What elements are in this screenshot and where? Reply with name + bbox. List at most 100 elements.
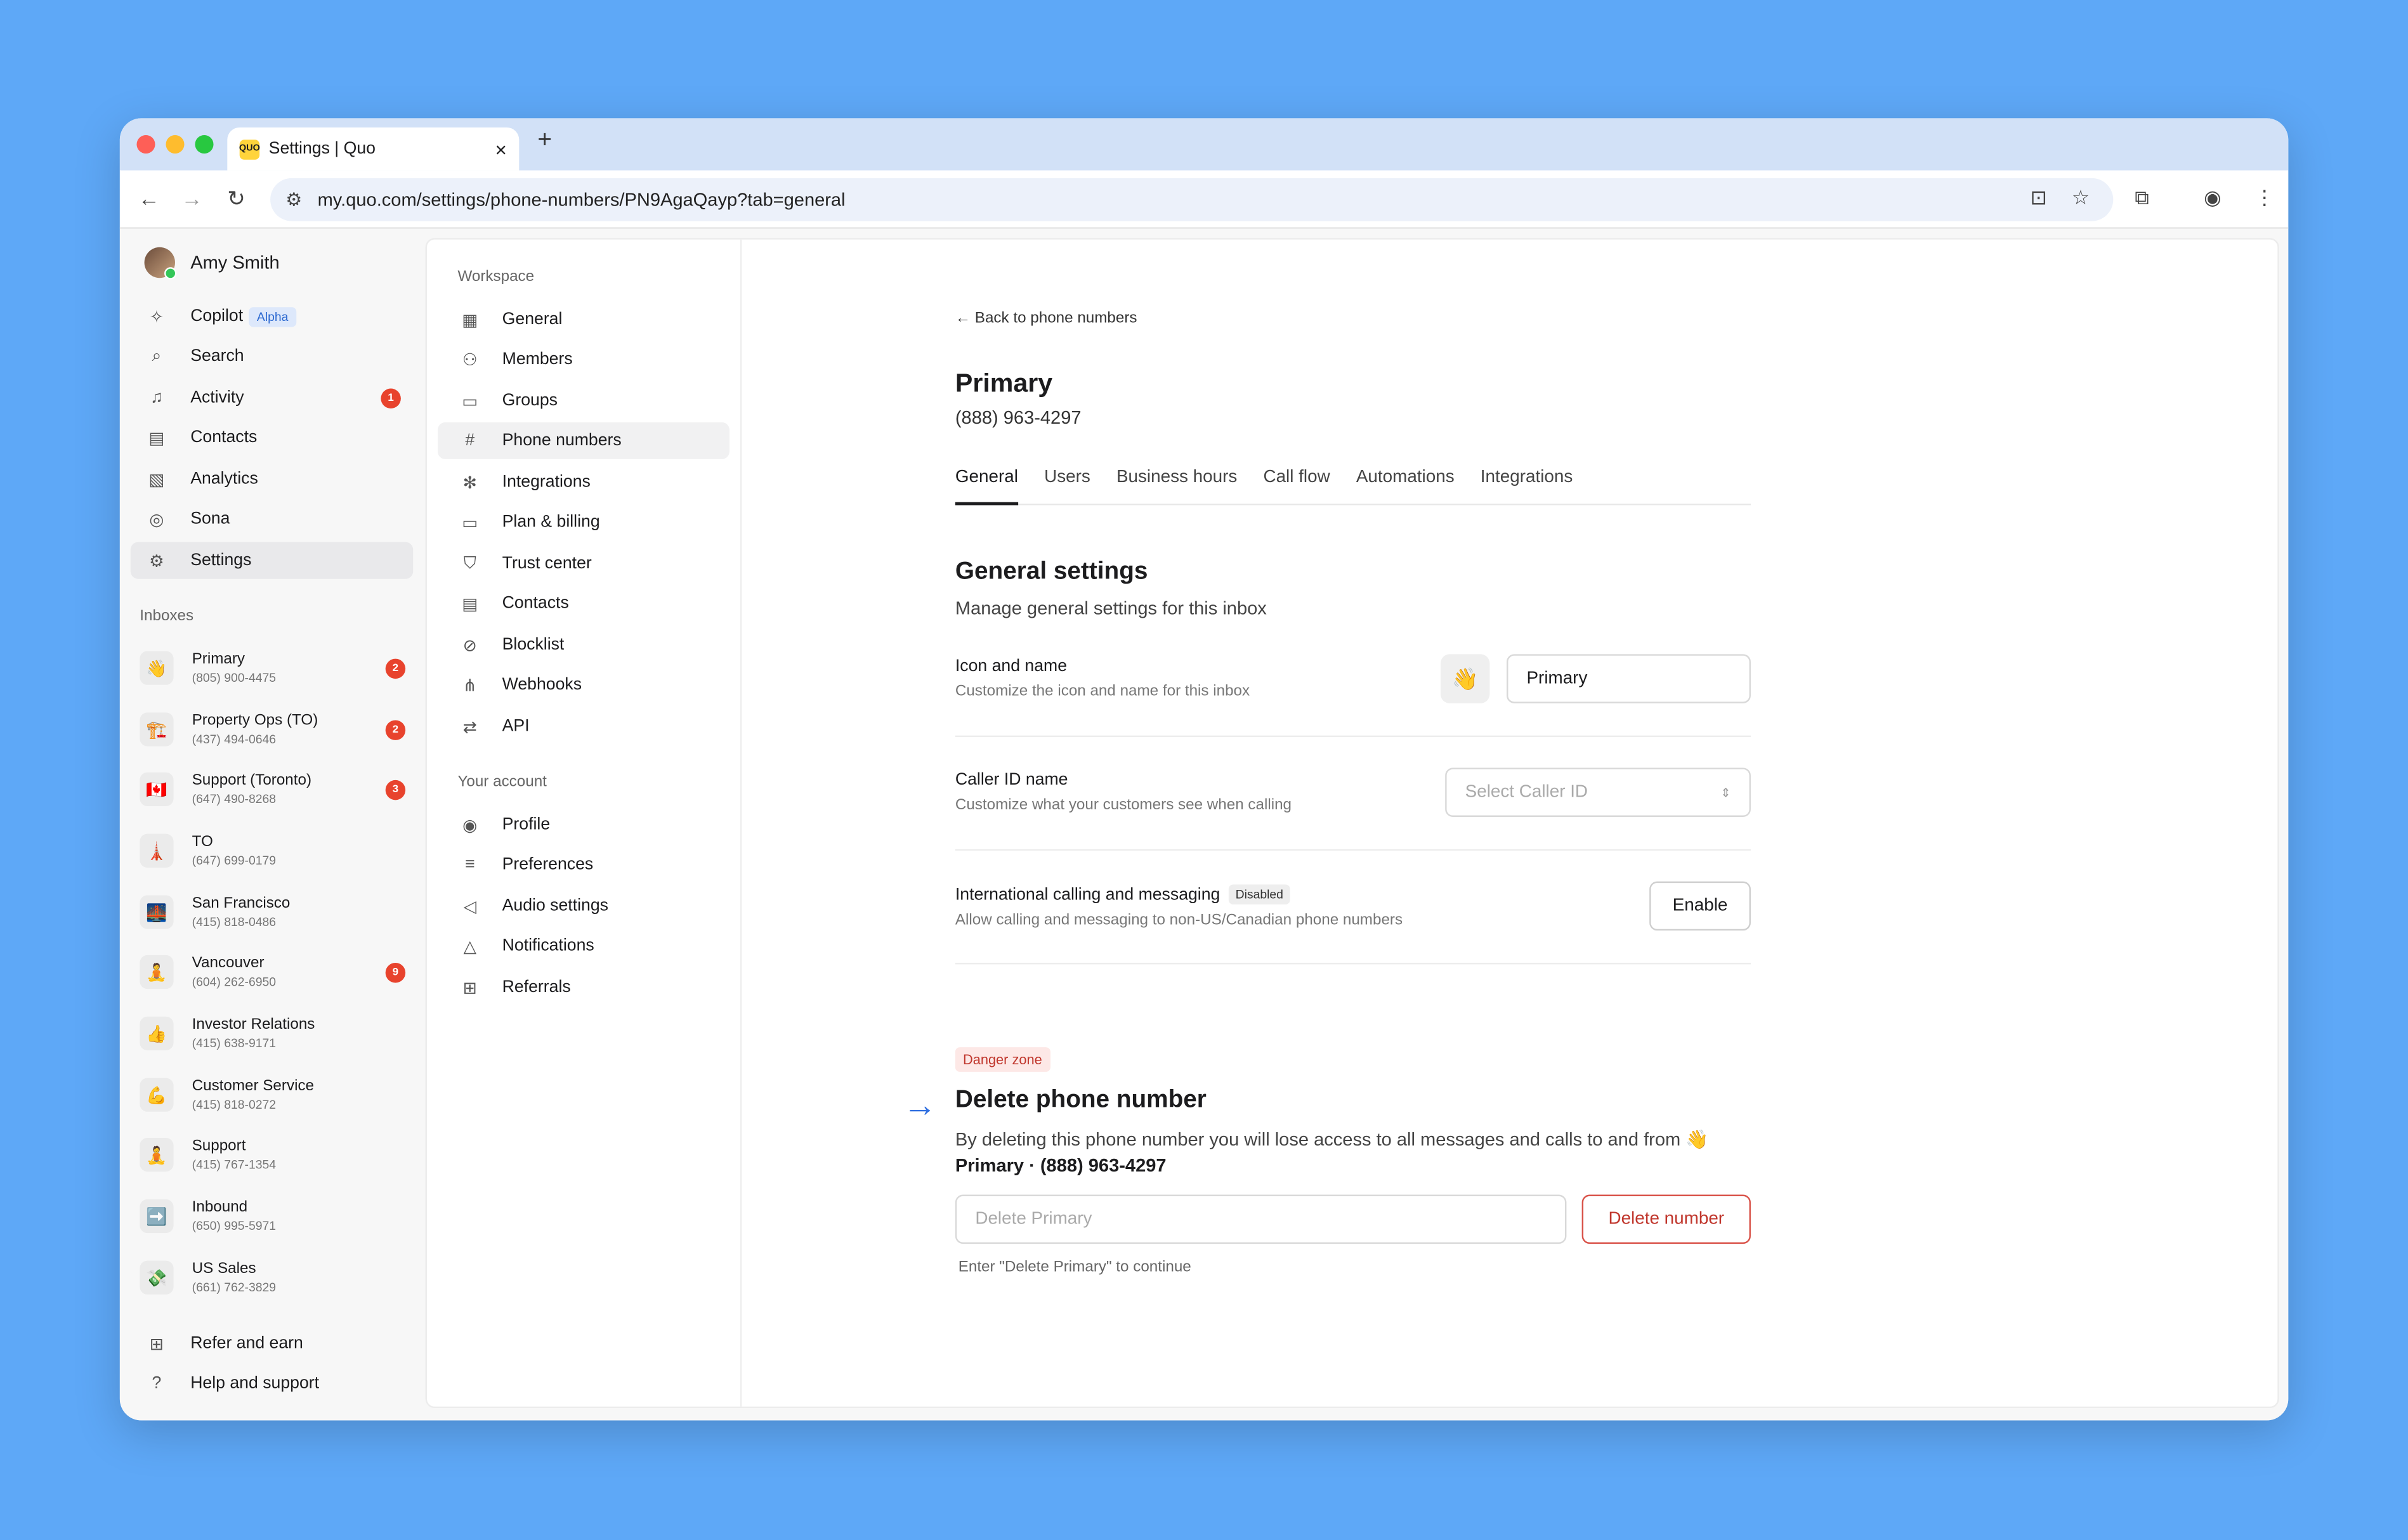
settings-item-integrations[interactable]: ✻ Integrations (438, 464, 730, 500)
profile-icon[interactable]: ◉ (2204, 186, 2221, 211)
settings-item-contacts[interactable]: ▤ Contacts (438, 585, 730, 622)
inbox-emoji-icon: 🏗️ (140, 712, 174, 747)
back-arrow-icon[interactable]: ← (138, 186, 160, 211)
section-title: General settings (955, 559, 1148, 585)
inboxes-heading: Inboxes (140, 608, 194, 625)
minimize-window-button[interactable] (166, 135, 185, 154)
inbox-emoji-icon: 👍 (140, 1016, 174, 1050)
tab-users[interactable]: Users (1044, 468, 1090, 505)
close-tab-icon[interactable]: × (495, 138, 507, 160)
settings-item-profile[interactable]: ◉ Profile (438, 806, 730, 843)
close-window-button[interactable] (136, 135, 155, 154)
settings-item-members[interactable]: ⚇ Members (438, 341, 730, 377)
settings-tabs: General Users Business hours Call flow A… (955, 468, 1751, 506)
sidebar-item-analytics[interactable]: ▧ Analytics (131, 460, 413, 497)
settings-item-preferences[interactable]: ≡ Preferences (438, 846, 730, 883)
inbox-item-support[interactable]: 🧘 Support (415) 767-1354 (140, 1127, 416, 1182)
inbox-emoji-icon: 💸 (140, 1260, 174, 1295)
reload-icon[interactable]: ↻ (227, 186, 245, 212)
install-app-icon[interactable]: ⊡ (2031, 186, 2047, 211)
sidebar-item-refer-and-earn[interactable]: ⊞ Refer and earn (131, 1325, 413, 1362)
maximize-window-button[interactable] (195, 135, 214, 154)
inbox-phone: (604) 262-6950 (192, 975, 277, 989)
inbox-name: Investor Relations (192, 1016, 315, 1034)
sparkle-icon: ✧ (149, 308, 164, 327)
inbox-emoji-icon: 🧘 (140, 1137, 174, 1172)
inbox-item-customer-service[interactable]: 💪 Customer Service (415) 818-0272 (140, 1067, 416, 1123)
sidebar-item-settings[interactable]: ⚙ Settings (130, 542, 414, 579)
settings-item-referrals[interactable]: ⊞ Referrals (438, 969, 730, 1006)
inbox-phone: (415) 767-1354 (192, 1158, 277, 1172)
delete-number-button[interactable]: Delete number (1581, 1194, 1751, 1244)
browser-tab[interactable]: QUO Settings | Quo × (227, 127, 520, 171)
delete-confirm-input[interactable]: Delete Primary (955, 1194, 1567, 1244)
settings-item-phone-numbers[interactable]: # Phone numbers (437, 422, 730, 459)
tab-call-flow[interactable]: Call flow (1263, 468, 1330, 505)
settings-item-notifications[interactable]: △ Notifications (438, 927, 730, 964)
inbox-emoji-icon: 🌉 (140, 895, 174, 929)
settings-item-audio[interactable]: ◁ Audio settings (438, 887, 730, 924)
site-settings-icon[interactable]: ⚙ (285, 189, 302, 211)
inbox-item-investor-relations[interactable]: 👍 Investor Relations (415) 638-9171 (140, 1006, 416, 1061)
browser-window: QUO Settings | Quo × + ← → ↻ ⚙ my.quo.co… (119, 118, 2289, 1421)
contacts-icon: ▤ (148, 429, 165, 448)
section-subtitle: Manage general settings for this inbox (955, 597, 1267, 619)
inbox-item-vancouver[interactable]: 🧘 Vancouver (604) 262-6950 9 (140, 944, 416, 1000)
settings-nav: Workspace ▦ General ⚇ Members ▭ Groups # Pho… (427, 239, 742, 1407)
inbox-item-san-francisco[interactable]: 🌉 San Francisco (415) 818-0486 (140, 884, 416, 939)
settings-item-webhooks[interactable]: ⋔ Webhooks (438, 667, 730, 703)
sidebar-item-activity[interactable]: ♫ Activity 1 (131, 379, 413, 416)
back-to-phone-numbers-link[interactable]: ← Back to phone numbers (955, 310, 1137, 327)
sidebar-item-label: Help and support (190, 1374, 320, 1393)
sidebar-item-search[interactable]: ⌕ Search (131, 338, 413, 375)
inbox-item-inbound[interactable]: ➡️ Inbound (650) 995-5971 (140, 1189, 416, 1244)
user-profile[interactable]: Amy Smith (144, 247, 280, 280)
folder-icon: ▭ (462, 392, 478, 411)
profile-icon: ◉ (462, 816, 478, 835)
gift-icon: ⊞ (149, 1335, 164, 1354)
forward-arrow-icon[interactable]: → (181, 186, 203, 211)
settings-item-label: Profile (502, 815, 551, 834)
inbox-item-us-sales[interactable]: 💸 US Sales (661) 762-3829 (140, 1250, 416, 1305)
tab-integrations[interactable]: Integrations (1481, 468, 1573, 505)
sidebar-item-help[interactable]: ? Help and support (131, 1365, 413, 1402)
sidebar-item-contacts[interactable]: ▤ Contacts (131, 419, 413, 456)
settings-item-blocklist[interactable]: ⊘ Blocklist (438, 627, 730, 663)
url-bar[interactable]: ⚙ my.quo.com/settings/phone-numbers/PN9A… (270, 178, 2114, 221)
settings-item-general[interactable]: ▦ General (438, 301, 730, 338)
inbox-name-input[interactable]: Primary (1507, 654, 1751, 703)
inbox-item-property-ops[interactable]: 🏗️ Property Ops (TO) (437) 494-0646 2 (140, 701, 416, 757)
sidebar-item-copilot[interactable]: ✧ Copilot Alpha (131, 298, 413, 335)
tab-automations[interactable]: Automations (1356, 468, 1455, 505)
tab-general[interactable]: General (955, 468, 1018, 506)
inbox-item-primary[interactable]: 👋 Primary (805) 900-4475 2 (140, 641, 416, 696)
settings-item-label: Blocklist (502, 636, 565, 655)
caller-id-select[interactable]: Select Caller ID ⇕ (1445, 767, 1751, 817)
tab-search-icon[interactable]: ⧉ (2135, 186, 2149, 211)
hash-icon: # (465, 431, 475, 450)
international-row: International calling and messaging Disa… (955, 851, 1751, 965)
bookmark-star-icon[interactable]: ☆ (2072, 186, 2090, 211)
delete-title: Delete phone number (955, 1087, 1207, 1114)
settings-item-label: Referrals (502, 978, 571, 997)
sidebar-item-sona[interactable]: ◎ Sona (131, 500, 413, 537)
settings-item-plan-billing[interactable]: ▭ Plan & billing (438, 504, 730, 540)
new-tab-button[interactable]: + (537, 127, 552, 155)
settings-item-label: Preferences (502, 855, 594, 874)
settings-item-label: General (502, 310, 563, 329)
browser-menu-icon[interactable]: ⋮ (2254, 186, 2274, 211)
page-title: Primary (955, 369, 1053, 398)
settings-item-groups[interactable]: ▭ Groups (438, 382, 730, 419)
settings-item-trust-center[interactable]: ⛉ Trust center (438, 545, 730, 582)
inbox-emoji-icon: 💪 (140, 1078, 174, 1112)
inbox-item-support-toronto[interactable]: 🇨🇦 Support (Toronto) (647) 490-8268 3 (140, 762, 416, 817)
settings-item-api[interactable]: ⇄ API (438, 708, 730, 745)
inbox-item-to[interactable]: 🗼 TO (647) 699-0179 (140, 823, 416, 878)
inbox-name: Customer Service (192, 1078, 315, 1095)
bell-icon: △ (463, 937, 477, 956)
quo-favicon: QUO (239, 139, 260, 159)
inbox-emoji-picker[interactable]: 👋 (1440, 654, 1490, 703)
inbox-phone: (661) 762-3829 (192, 1281, 277, 1295)
enable-button[interactable]: Enable (1649, 881, 1751, 931)
tab-business-hours[interactable]: Business hours (1116, 468, 1237, 505)
